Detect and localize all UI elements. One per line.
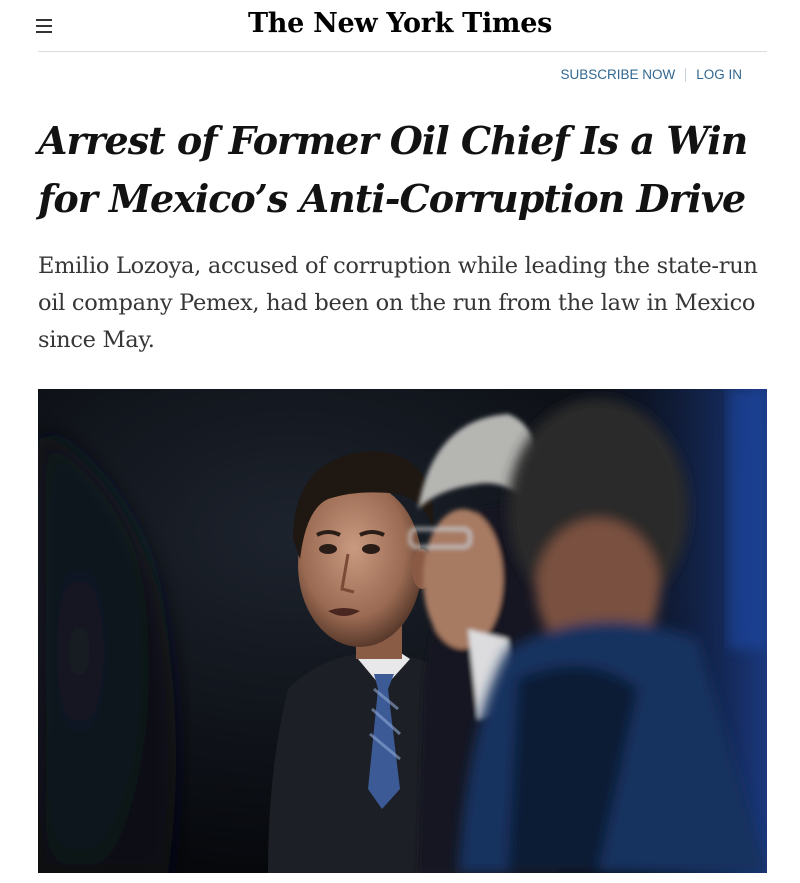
link-separator (685, 67, 687, 82)
log-in-link[interactable]: LOG IN (696, 67, 742, 82)
subscribe-now-link[interactable]: SUBSCRIBE NOW (560, 67, 675, 82)
lead-photo (38, 389, 767, 873)
account-links: SUBSCRIBE NOW LOG IN (560, 67, 742, 82)
article-summary: Emilio Lozoya, accused of corruption whi… (38, 253, 758, 353)
top-bar: The New York Times (0, 0, 800, 52)
masthead-logo[interactable]: The New York Times (0, 8, 800, 39)
header-divider (38, 51, 767, 52)
article-headline: Arrest of Former Oil Chief Is a Win for … (38, 118, 748, 221)
